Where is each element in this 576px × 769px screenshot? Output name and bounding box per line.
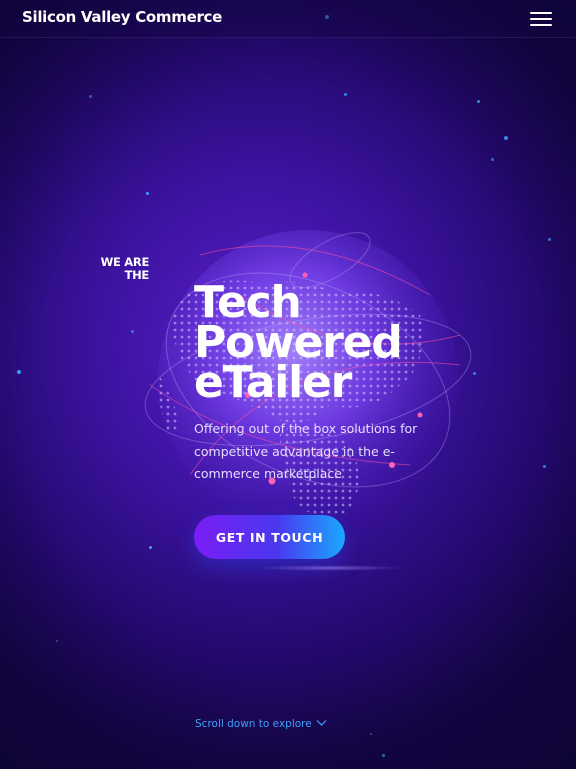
site-logo[interactable]: Silicon Valley Commerce (22, 8, 222, 26)
hero-page: Silicon Valley Commerce WE ARE THE Tech … (0, 0, 576, 769)
get-in-touch-button[interactable]: GET IN TOUCH (194, 515, 345, 559)
chevron-down-icon (316, 718, 327, 730)
hamburger-menu-icon[interactable] (527, 9, 555, 29)
headline-line-3: eTailer (194, 357, 352, 408)
button-glow (255, 565, 405, 571)
kicker-line-2: THE (124, 268, 150, 282)
hero-headline: Tech Powered eTailer (194, 281, 524, 408)
navbar: Silicon Valley Commerce (0, 0, 576, 38)
hero-subtitle: Offering out of the box solutions for co… (194, 421, 418, 481)
scroll-down-link[interactable]: Scroll down to explore (195, 716, 327, 732)
hero-kicker: WE ARE THE (90, 256, 150, 282)
scroll-label: Scroll down to explore (195, 718, 312, 730)
